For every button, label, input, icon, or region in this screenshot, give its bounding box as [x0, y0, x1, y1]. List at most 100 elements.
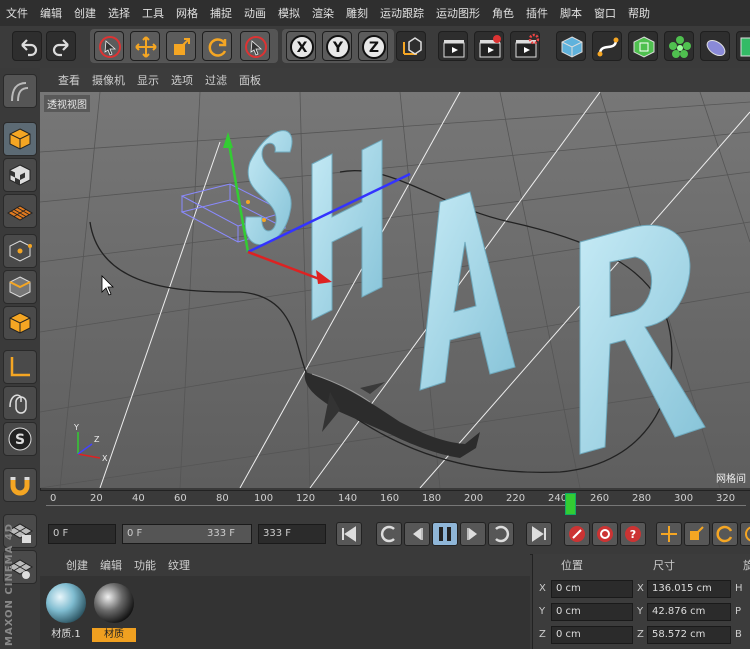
prev-key-button[interactable] — [376, 522, 402, 546]
material-item-selected[interactable]: 材质 — [92, 580, 136, 642]
position-x-field[interactable]: 0 cm — [551, 580, 633, 598]
menu-file[interactable]: 文件 — [0, 5, 34, 21]
material-menu-texture[interactable]: 纹理 — [162, 557, 196, 573]
render-view-button[interactable] — [438, 31, 468, 61]
menu-tools[interactable]: 工具 — [136, 5, 170, 21]
size-x-field[interactable]: 136.015 cm — [647, 580, 731, 598]
key-position-button[interactable] — [656, 522, 682, 546]
live-select-button[interactable] — [94, 31, 124, 61]
polygons-mode-button[interactable] — [3, 306, 37, 340]
tweak-mode-button[interactable] — [3, 386, 37, 420]
menu-select[interactable]: 选择 — [102, 5, 136, 21]
timeline-tick: 20 — [90, 493, 103, 504]
axis-mode-button[interactable] — [3, 350, 37, 384]
menu-create[interactable]: 创建 — [68, 5, 102, 21]
auto-key-button[interactable] — [592, 522, 618, 546]
edges-mode-button[interactable] — [3, 270, 37, 304]
viewport-menu-display[interactable]: 显示 — [131, 72, 165, 88]
model-mode-button[interactable] — [3, 122, 37, 156]
menu-simulate[interactable]: 模拟 — [272, 5, 306, 21]
key-scale-button[interactable] — [684, 522, 710, 546]
menu-mesh[interactable]: 网格 — [170, 5, 204, 21]
texture-mode-button[interactable] — [3, 158, 37, 192]
perspective-viewport[interactable]: Y Z X — [40, 92, 750, 488]
timeline-ruler[interactable]: 0 20 40 60 80 100 120 140 160 180 200 22… — [40, 490, 750, 517]
add-scene-button[interactable] — [736, 31, 750, 61]
scale-button[interactable] — [166, 31, 196, 61]
scale-icon — [690, 526, 704, 540]
pause-button[interactable] — [432, 522, 458, 546]
preview-range-slider[interactable]: 0 F 333 F — [122, 524, 252, 544]
position-z-field[interactable]: 0 cm — [551, 626, 633, 644]
material-menu-create[interactable]: 创建 — [60, 557, 94, 573]
coordinate-system-button[interactable] — [396, 31, 426, 61]
viewport-menu-options[interactable]: 选项 — [165, 72, 199, 88]
material-sphere-icon — [46, 583, 86, 623]
pos-axis-label: Y — [539, 606, 546, 617]
menu-plugins[interactable]: 插件 — [520, 5, 554, 21]
recent-tool-button[interactable] — [240, 31, 270, 61]
playhead-marker[interactable] — [564, 493, 576, 515]
render-settings-button[interactable] — [510, 31, 540, 61]
make-editable-button[interactable] — [3, 74, 37, 108]
next-frame-button[interactable] — [460, 522, 486, 546]
render-to-picture-viewer-button[interactable] — [474, 31, 504, 61]
record-active-button[interactable] — [564, 522, 590, 546]
menu-motion-tracking[interactable]: 运动跟踪 — [374, 5, 430, 21]
menu-help[interactable]: 帮助 — [622, 5, 656, 21]
timeline-tick: 280 — [632, 493, 652, 504]
menu-character[interactable]: 角色 — [486, 5, 520, 21]
material-item[interactable]: 材质.1 — [44, 580, 88, 642]
checker-cube-icon — [9, 164, 31, 186]
add-cube-button[interactable] — [556, 31, 586, 61]
y-axis-lock-button[interactable]: Y — [322, 31, 352, 61]
timeline-tick: 60 — [174, 493, 187, 504]
enable-snap-button[interactable] — [3, 468, 37, 502]
points-mode-button[interactable] — [3, 234, 37, 268]
end-frame-field[interactable]: 333 F — [258, 524, 326, 544]
start-frame-field[interactable]: 0 F — [48, 524, 116, 544]
material-menu-edit[interactable]: 编辑 — [94, 557, 128, 573]
add-spline-button[interactable] — [592, 31, 622, 61]
size-y-field[interactable]: 42.876 cm — [647, 603, 731, 621]
undo-icon — [21, 39, 38, 57]
menu-script[interactable]: 脚本 — [554, 5, 588, 21]
menu-window[interactable]: 窗口 — [588, 5, 622, 21]
add-deformer-button[interactable] — [700, 31, 730, 61]
position-y-field[interactable]: 0 cm — [551, 603, 633, 621]
prev-frame-button[interactable] — [404, 522, 430, 546]
menu-edit[interactable]: 编辑 — [34, 5, 68, 21]
viewport-menu-bar: 查看 摄像机 显示 选项 过滤 面板 — [40, 68, 750, 93]
menu-sculpt[interactable]: 雕刻 — [340, 5, 374, 21]
z-axis-lock-button[interactable]: Z — [358, 31, 388, 61]
move-button[interactable] — [130, 31, 160, 61]
goto-start-button[interactable] — [336, 522, 362, 546]
goto-end-button[interactable] — [526, 522, 552, 546]
material-menu-function[interactable]: 功能 — [128, 557, 162, 573]
clapboard-icon — [443, 40, 465, 58]
viewport-menu-filter[interactable]: 过滤 — [199, 72, 233, 88]
add-array-button[interactable] — [664, 31, 694, 61]
viewport-menu-view[interactable]: 查看 — [52, 72, 86, 88]
rot-axis-label: P — [735, 606, 742, 617]
clapboard-render-icon — [479, 35, 501, 58]
add-generator-button[interactable] — [628, 31, 658, 61]
menu-render[interactable]: 渲染 — [306, 5, 340, 21]
main-toolbar: X Y Z — [0, 26, 750, 69]
undo-button[interactable] — [12, 31, 42, 61]
menu-snap[interactable]: 捕捉 — [204, 5, 238, 21]
key-parameter-button[interactable] — [740, 522, 750, 546]
menu-animate[interactable]: 动画 — [238, 5, 272, 21]
next-key-button[interactable] — [488, 522, 514, 546]
menu-mograph[interactable]: 运动图形 — [430, 5, 486, 21]
key-rotation-button[interactable] — [712, 522, 738, 546]
snap-mode-button[interactable]: S — [3, 422, 37, 456]
workplane-mode-button[interactable] — [3, 194, 37, 228]
redo-button[interactable] — [46, 31, 76, 61]
key-selection-button[interactable]: ? — [620, 522, 646, 546]
x-axis-lock-button[interactable]: X — [286, 31, 316, 61]
viewport-menu-panel[interactable]: 面板 — [233, 72, 267, 88]
size-z-field[interactable]: 58.572 cm — [647, 626, 731, 644]
rotate-button[interactable] — [202, 31, 232, 61]
viewport-menu-cameras[interactable]: 摄像机 — [86, 72, 131, 88]
